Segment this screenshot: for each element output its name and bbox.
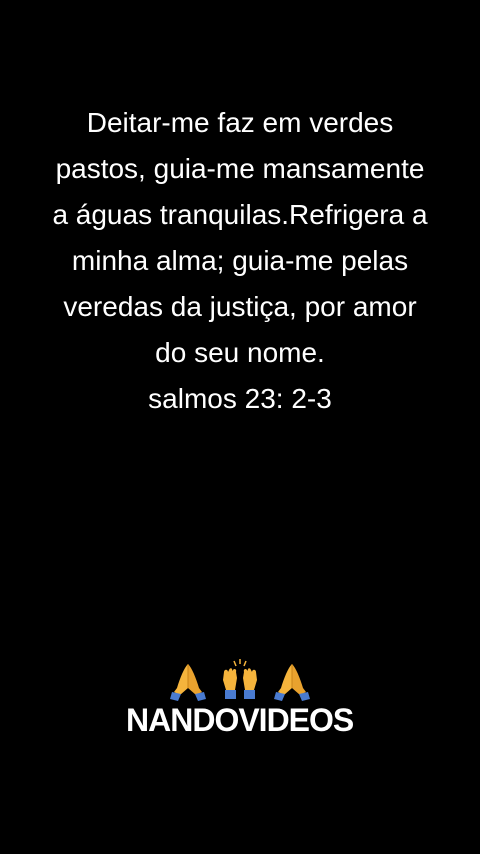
bible-verse-text: Deitar-me faz em verdes pastos, guia-me …: [20, 100, 460, 422]
verse-line-3: a águas tranquilas.Refrigera a: [52, 199, 428, 230]
raising-hands-icon: [223, 659, 257, 699]
emoji-row: [168, 656, 312, 704]
verse-line-2: pastos, guia-me mansamente: [55, 153, 425, 184]
verse-line-6: do seu nome.: [155, 337, 325, 368]
verse-line-1: Deitar-me faz em verdes: [86, 107, 394, 138]
verse-reference: salmos 23: 2-3: [148, 383, 332, 414]
verse-line-5: veredas da justiça, por amor: [63, 291, 417, 322]
praying-hands-icon: [170, 664, 206, 701]
video-frame: Deitar-me faz em verdes pastos, guia-me …: [0, 0, 480, 854]
verse-line-4: minha alma; guia-me pelas: [71, 245, 409, 276]
channel-watermark: NANDOVIDEOS: [126, 702, 354, 738]
praying-hands-icon: [274, 664, 310, 701]
